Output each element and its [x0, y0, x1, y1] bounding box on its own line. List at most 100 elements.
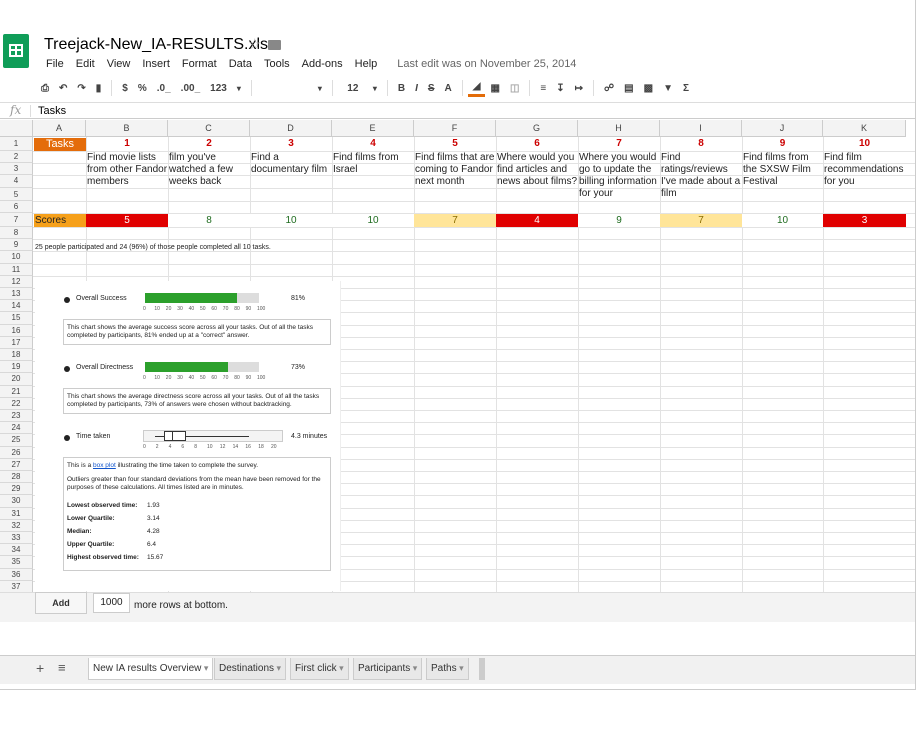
row-header[interactable]: 26: [0, 446, 33, 459]
add-sheet-icon[interactable]: +: [36, 660, 44, 676]
task-description-cell[interactable]: Find film recommendations for you: [824, 152, 906, 200]
row-header[interactable]: 13: [0, 288, 33, 301]
row-header[interactable]: 7: [0, 213, 33, 227]
increase-decimal-button[interactable]: .00_: [176, 79, 205, 97]
cell-a7-scores[interactable]: Scores: [34, 214, 86, 227]
row-header[interactable]: 2: [0, 151, 33, 164]
last-edit-link[interactable]: Last edit was on November 25, 2014: [397, 58, 576, 70]
row-header[interactable]: 5: [0, 187, 33, 202]
task-description-cell[interactable]: Find ratings/reviews I've made about a f…: [661, 152, 742, 200]
strikethrough-icon[interactable]: S: [423, 79, 440, 97]
menu-addons[interactable]: Add-ons: [302, 58, 343, 70]
task-description-cell[interactable]: Where you would go to update the billing…: [579, 152, 660, 200]
row-header[interactable]: 33: [0, 532, 33, 545]
row-header[interactable]: 25: [0, 434, 33, 447]
undo-icon[interactable]: ↶: [54, 79, 72, 97]
row-header[interactable]: 1: [0, 137, 33, 151]
score-cell[interactable]: 4: [496, 214, 578, 227]
row-header[interactable]: 12: [0, 275, 33, 288]
font-size-select[interactable]: 12: [338, 79, 368, 97]
score-cell[interactable]: 3: [823, 214, 906, 227]
star-icon[interactable]: ☆: [248, 35, 261, 53]
row-header[interactable]: 35: [0, 556, 33, 569]
score-cell[interactable]: 8: [168, 214, 250, 227]
sheet-tab[interactable]: Destinations: [214, 658, 287, 680]
score-cell[interactable]: 7: [414, 214, 496, 227]
add-rows-button[interactable]: Add: [35, 592, 87, 614]
row-header[interactable]: 30: [0, 495, 33, 508]
menu-help[interactable]: Help: [355, 58, 378, 70]
decrease-decimal-button[interactable]: .0_: [152, 79, 176, 97]
all-sheets-icon[interactable]: ≡: [58, 660, 66, 675]
sheet-tab[interactable]: First click: [290, 658, 349, 680]
select-all-corner[interactable]: [0, 120, 33, 137]
score-cell[interactable]: 5: [86, 214, 168, 227]
row-header[interactable]: 20: [0, 373, 33, 386]
row-header[interactable]: 18: [0, 349, 33, 362]
column-header[interactable]: G: [496, 120, 578, 137]
text-color-icon[interactable]: A: [440, 79, 457, 97]
row-header[interactable]: 15: [0, 312, 33, 325]
currency-button[interactable]: $: [117, 79, 133, 97]
row-header[interactable]: 24: [0, 422, 33, 435]
score-cell[interactable]: 10: [250, 214, 332, 227]
menu-edit[interactable]: Edit: [76, 58, 95, 70]
task-number-cell[interactable]: 10: [823, 138, 906, 150]
task-description-cell[interactable]: Find movie lists from other Fandor membe…: [87, 152, 168, 200]
column-header[interactable]: D: [250, 120, 332, 137]
sheet-tab[interactable]: Paths: [426, 658, 469, 680]
wrap-text-icon[interactable]: ↦: [570, 79, 588, 97]
chevron-down-icon[interactable]: ▾: [232, 79, 246, 97]
task-number-cell[interactable]: 7: [578, 138, 660, 150]
column-header[interactable]: C: [168, 120, 250, 137]
task-number-cell[interactable]: 5: [414, 138, 496, 150]
formula-input[interactable]: Tasks: [38, 105, 66, 117]
column-header[interactable]: E: [332, 120, 414, 137]
font-family-select[interactable]: ▾: [257, 79, 327, 97]
row-header[interactable]: 17: [0, 336, 33, 349]
task-description-cell[interactable]: Find films that are coming to Fandor nex…: [415, 152, 496, 200]
task-description-cell[interactable]: Where would you find articles and news a…: [497, 152, 578, 200]
more-formats-button[interactable]: 123: [205, 79, 232, 97]
functions-icon[interactable]: Σ: [678, 79, 694, 97]
collapse-icon[interactable]: [64, 366, 70, 372]
boxplot-link[interactable]: box plot: [93, 462, 116, 469]
menu-insert[interactable]: Insert: [142, 58, 170, 70]
column-header[interactable]: H: [578, 120, 660, 137]
fill-color-icon[interactable]: ◢: [467, 79, 486, 97]
collapse-icon[interactable]: [64, 435, 70, 441]
row-header[interactable]: 27: [0, 458, 33, 471]
task-description-cell[interactable]: Find films from Israel: [333, 152, 414, 200]
task-number-cell[interactable]: 9: [742, 138, 823, 150]
folder-icon[interactable]: [268, 40, 281, 50]
score-cell[interactable]: 10: [742, 214, 823, 227]
collapse-icon[interactable]: [64, 297, 70, 303]
score-cell[interactable]: 7: [660, 214, 742, 227]
document-title[interactable]: Treejack-New_IA-RESULTS.xls: [44, 36, 268, 54]
menu-view[interactable]: View: [107, 58, 131, 70]
menu-data[interactable]: Data: [229, 58, 252, 70]
task-number-cell[interactable]: 8: [660, 138, 742, 150]
percent-button[interactable]: %: [133, 79, 152, 97]
sheet-tab[interactable]: New IA results Overview: [88, 658, 214, 680]
task-description-cell[interactable]: Find a documentary film: [251, 152, 332, 200]
align-icon[interactable]: ≡: [535, 79, 551, 97]
column-header[interactable]: J: [742, 120, 823, 137]
column-header[interactable]: B: [86, 120, 168, 137]
row-header[interactable]: 21: [0, 385, 33, 398]
sheet-tab[interactable]: Participants: [353, 658, 423, 680]
score-cell[interactable]: 10: [332, 214, 414, 227]
task-number-cell[interactable]: 3: [250, 138, 332, 150]
vertical-align-icon[interactable]: ↧: [551, 79, 569, 97]
borders-icon[interactable]: ▦: [485, 79, 504, 97]
row-header[interactable]: 32: [0, 519, 33, 532]
comment-icon[interactable]: ▤: [619, 79, 638, 97]
row-header[interactable]: 34: [0, 544, 33, 557]
cell-a1-tasks[interactable]: Tasks: [34, 138, 86, 151]
row-header[interactable]: 10: [0, 251, 33, 264]
paint-format-icon[interactable]: ▮: [91, 79, 107, 97]
score-cell[interactable]: 9: [578, 214, 660, 227]
row-header[interactable]: 19: [0, 361, 33, 374]
menu-tools[interactable]: Tools: [264, 58, 290, 70]
task-description-cell[interactable]: Find films from the SXSW Film Festival: [743, 152, 823, 200]
